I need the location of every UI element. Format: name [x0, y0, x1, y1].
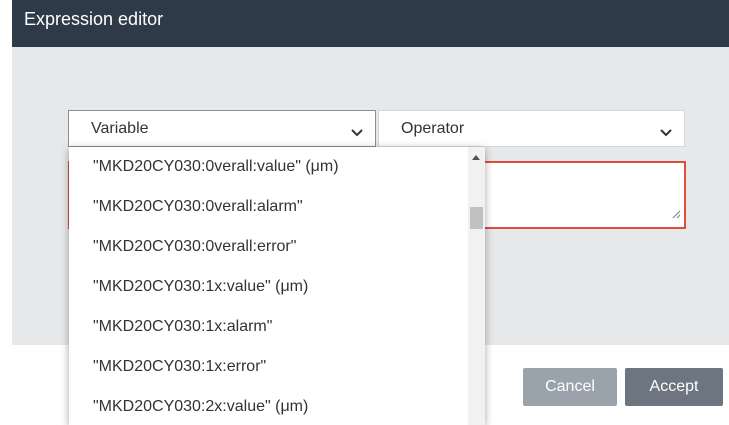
dropdown-item[interactable]: "MKD20CY030:0verall:alarm" [69, 187, 485, 227]
scroll-up-arrow-icon[interactable] [472, 155, 480, 160]
dropdown-item[interactable]: "MKD20CY030:0verall:error" [69, 227, 485, 267]
chevron-down-icon [351, 124, 363, 142]
cancel-button[interactable]: Cancel [523, 368, 617, 406]
dropdown-scrollbar[interactable] [468, 147, 485, 425]
accept-button[interactable]: Accept [625, 368, 723, 406]
dropdown-item[interactable]: "MKD20CY030:1x:alarm" [69, 307, 485, 347]
chevron-down-icon [660, 124, 672, 142]
resize-handle-icon[interactable] [671, 206, 681, 224]
variable-dropdown-list: "MKD20CY030:0verall:value" (μm) "MKD20CY… [69, 147, 485, 425]
operator-select[interactable]: Operator [378, 110, 685, 147]
scrollbar-thumb[interactable] [470, 207, 483, 229]
title-bar: Expression editor [12, 0, 729, 47]
variable-select-label: Variable [91, 120, 149, 137]
dropdown-item[interactable]: "MKD20CY030:1x:value" (μm) [69, 267, 485, 307]
dropdown-item[interactable]: "MKD20CY030:2x:value" (μm) [69, 387, 485, 425]
window-title: Expression editor [24, 9, 164, 29]
dropdown-item[interactable]: "MKD20CY030:1x:error" [69, 347, 485, 387]
operator-select-label: Operator [401, 120, 465, 137]
variable-select[interactable]: Variable [68, 110, 376, 147]
dropdown-item[interactable]: "MKD20CY030:0verall:value" (μm) [69, 147, 485, 187]
